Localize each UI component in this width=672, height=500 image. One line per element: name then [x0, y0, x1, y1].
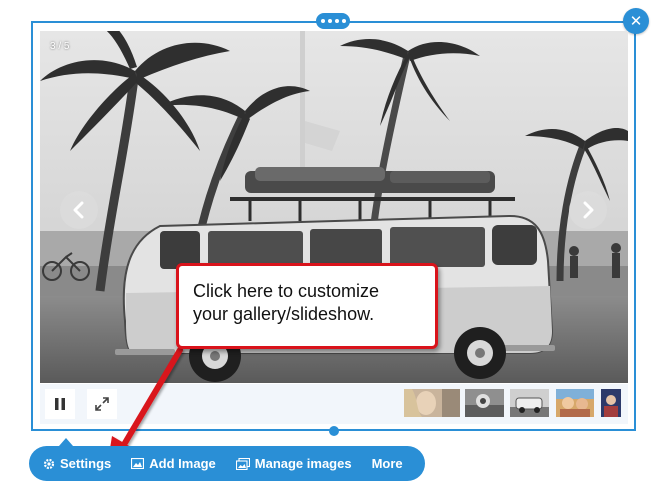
more-button[interactable]: More	[372, 456, 403, 471]
thumbnail-4[interactable]	[556, 389, 594, 417]
thumbnail-5[interactable]	[601, 389, 621, 417]
add-image-label: Add Image	[149, 456, 216, 471]
chevron-right-icon	[583, 201, 594, 219]
tutorial-callout: Click here to customize your gallery/sli…	[176, 263, 438, 349]
fullscreen-button[interactable]	[87, 389, 117, 419]
resize-handle[interactable]	[329, 426, 339, 436]
previous-slide-button[interactable]	[60, 191, 98, 229]
manage-images-button[interactable]: Manage images	[235, 456, 352, 471]
editor-canvas: ✕ 3 / 5 Click here to customize your gal…	[0, 0, 672, 500]
gear-icon	[43, 458, 55, 470]
pause-button[interactable]	[45, 389, 75, 419]
thumbnail-3[interactable]	[510, 389, 549, 417]
toolbar-pointer	[59, 438, 73, 446]
next-slide-button[interactable]	[569, 191, 607, 229]
images-icon	[235, 457, 250, 470]
settings-button[interactable]: Settings	[43, 456, 111, 471]
callout-line-2: your gallery/slideshow.	[193, 304, 375, 324]
add-image-button[interactable]: Add Image	[131, 456, 216, 471]
slideshow-controls	[40, 384, 628, 424]
pause-icon	[55, 398, 65, 410]
chevron-left-icon	[73, 201, 84, 219]
slide-counter: 3 / 5	[50, 41, 70, 52]
callout-line-1: Click here to customize	[193, 281, 380, 301]
thumbnail-2[interactable]	[465, 389, 504, 417]
settings-label: Settings	[60, 456, 112, 471]
manage-images-label: Manage images	[254, 456, 352, 471]
gallery-toolbar: Settings Add Image Manage images More	[29, 446, 425, 481]
more-label: More	[371, 456, 403, 471]
thumbnail-1[interactable]	[404, 389, 460, 417]
image-icon	[131, 458, 145, 469]
drag-handle[interactable]	[316, 13, 350, 29]
fullscreen-icon	[95, 397, 109, 411]
